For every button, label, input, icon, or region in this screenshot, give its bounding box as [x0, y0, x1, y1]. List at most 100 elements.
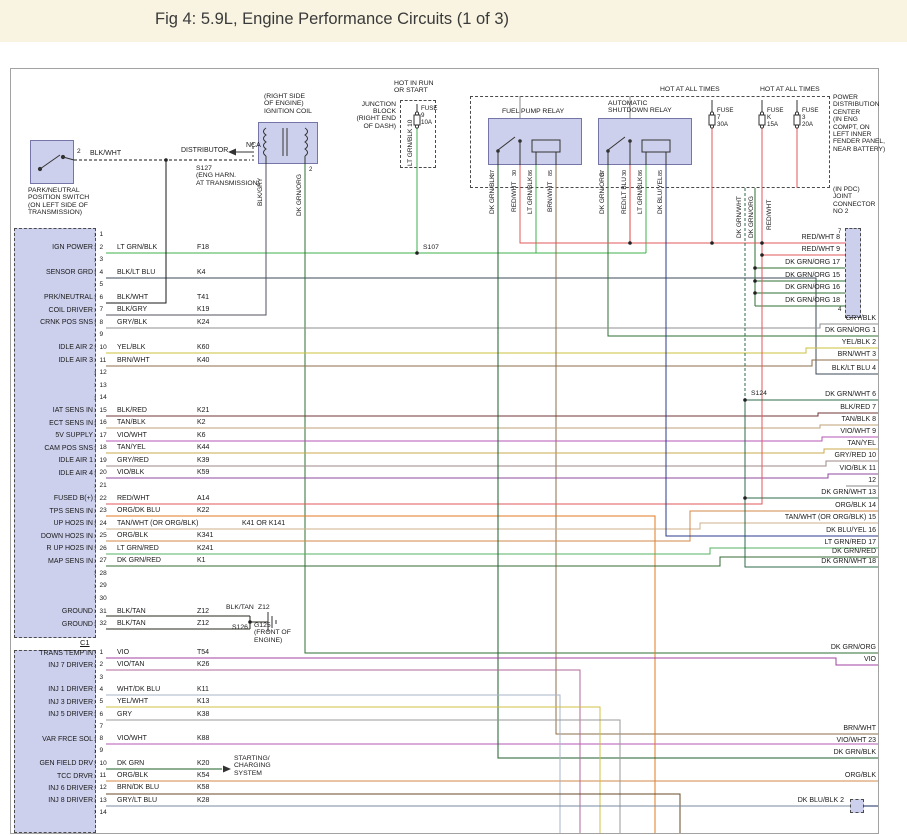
c1-pin-number: 28	[100, 571, 107, 578]
c1-pin-number: 2	[100, 245, 104, 252]
starting-charging-label-line: SYSTEM	[234, 770, 262, 777]
right-edge-wire-label: DK GRN/ORG 1	[640, 327, 876, 334]
vertical-wire-label: LT GRN/BLK	[527, 177, 534, 214]
vertical-wire-label: DK GRN/WHT	[736, 196, 743, 238]
vertical-wire-label: DK GRN/ORG	[748, 196, 755, 238]
c2-pin-number: 12	[100, 785, 107, 792]
c1-circuit-label: K40	[197, 357, 209, 364]
right-edge-wire-label: BLK/LT BLU 4	[640, 365, 876, 372]
c1-connector-label: C1	[80, 639, 90, 647]
right-edge-wire-label: BRN/WHT 3	[640, 351, 876, 358]
c2-pin-chevron: ›	[94, 797, 96, 804]
right-edge-wire-label: DK GRN/WHT 13	[640, 489, 876, 496]
park-neutral-switch-label-line: PARK/NEUTRAL	[28, 187, 80, 194]
splice-dot	[753, 291, 757, 295]
junction-block-label-line: BLOCK	[344, 108, 396, 115]
ignition-coil-label-line: IGNITION COIL	[264, 108, 312, 115]
right-edge-wire-label: DK GRN/RED	[640, 548, 876, 555]
park-neutral-switch-pin: 2	[77, 149, 81, 156]
c1-signal-label: FUSED B(+)	[15, 495, 93, 502]
c2-circuit-label: K20	[197, 760, 209, 767]
c1-circuit-label: T41	[197, 294, 209, 301]
splice-dot	[710, 241, 714, 245]
c1-pin-chevron: ›	[94, 432, 96, 439]
c1-wire-label: TAN/YEL	[117, 444, 146, 451]
c1-pin-chevron: ›	[94, 232, 96, 239]
joint-connector-pin-top: 7	[838, 229, 841, 235]
c2-pin-chevron: ›	[94, 736, 96, 743]
c1-wire-label: LT GRN/BLK	[117, 244, 157, 251]
c2-pin-number: 14	[100, 810, 107, 817]
c2-wire-label: YEL/WHT	[117, 698, 148, 705]
junction-block-label-line: JUNCTION	[344, 101, 396, 108]
c1-pin-chevron: ›	[94, 382, 96, 389]
wire-vio-tan	[106, 670, 580, 833]
c2-pin-chevron: ›	[94, 674, 96, 681]
starting-charging-label-line: CHARGING	[234, 762, 271, 769]
splice-dot	[753, 266, 757, 270]
c1-pin-chevron: ›	[94, 244, 96, 251]
c1-pin-number: 27	[100, 558, 107, 565]
right-edge-wire-label: DK GRN/WHT 18	[640, 558, 876, 565]
right-edge-wire-label: GRY/RED 10	[640, 452, 876, 459]
wire-dk-grn-blk	[498, 165, 878, 758]
park-neutral-switch-label-line: (ON LEFT SIDE OF	[28, 202, 88, 209]
c1-pin-number: 14	[100, 395, 107, 402]
c1-pin-chevron: ›	[94, 457, 96, 464]
asd-relay-label-line: SHUTDOWN RELAY	[608, 107, 672, 114]
c2-pin-chevron: ›	[94, 785, 96, 792]
asd-relay-label-line: AUTOMATIC	[608, 100, 647, 107]
c2-pin-number: 5	[100, 699, 104, 706]
c1-pin-number: 10	[100, 345, 107, 352]
ground-wire-label: BLK/TAN	[226, 604, 254, 611]
right-edge-wire-label: DK BLU/BLK 2	[640, 797, 844, 804]
ignition-coil-pin: 2	[309, 167, 312, 173]
vertical-wire-label: LT GRN/BLK 10	[407, 120, 414, 166]
c2-pin-number: 4	[100, 687, 104, 694]
c1-pin-chevron: ›	[94, 319, 96, 326]
c1-pin-chevron: ›	[94, 269, 96, 276]
c1-pin-number: 11	[100, 358, 107, 365]
joint-connector-row-label: DK GRN/ORG 18	[660, 297, 840, 304]
park-neutral-switch-wire: BLK/WHT	[90, 150, 121, 157]
c1-signal-label: ECT SENS IN	[15, 420, 93, 427]
c1-pin-number: 18	[100, 445, 107, 452]
ignition-coil-label-line: OF ENGINE)	[264, 100, 304, 107]
splice-s126-label: S126	[232, 624, 248, 631]
c1-circuit-label: K60	[197, 344, 209, 351]
c1-pin-chevron: ›	[94, 344, 96, 351]
ignition-coil-label-line: (RIGHT SIDE	[264, 93, 305, 100]
c2-signal-label: VAR FRCE SOL	[15, 736, 93, 743]
c2-pin-chevron: ›	[94, 686, 96, 693]
c1-pin-chevron: ›	[94, 282, 96, 289]
c2-pin-chevron: ›	[94, 711, 96, 718]
c1-pin-chevron: ›	[94, 445, 96, 452]
c1-pin-chevron: ›	[94, 508, 96, 515]
c1-pin-chevron: ›	[94, 395, 96, 402]
c2-wire-label: GRY	[117, 711, 132, 718]
c2-wire-label: DK GRN	[117, 760, 144, 767]
splice-dot	[753, 279, 757, 283]
c1-circuit-label: K1	[197, 557, 206, 564]
c2-circuit-label: K13	[197, 698, 209, 705]
c2-wire-label: VIO/WHT	[117, 735, 147, 742]
pdc-hot-label-2: HOT AT ALL TIMES	[760, 86, 820, 93]
splice-s124-dot	[743, 398, 747, 402]
c1-wire-label: BLK/WHT	[117, 294, 148, 301]
c2-pin-chevron: ›	[94, 773, 96, 780]
c1-circuit-label: K44	[197, 444, 209, 451]
fuse-symbol-k	[759, 100, 765, 128]
c1-circuit-label: K19	[197, 306, 209, 313]
relay-pin-number: 86	[528, 170, 534, 176]
c2-pin-chevron: ›	[94, 699, 96, 706]
c2-pin-number: 10	[100, 761, 107, 768]
park-neutral-switch-label-line: POSITION SWITCH	[28, 194, 89, 201]
c1-pin-number: 25	[100, 533, 107, 540]
relay-pin-number: 30	[512, 170, 518, 176]
c2-signal-label: INJ 3 DRIVER	[15, 699, 93, 706]
junction-block-hot-label-line: HOT IN RUN	[394, 80, 434, 87]
c1-circuit-label: K341	[197, 532, 213, 539]
splice-s124-label: S124	[751, 390, 767, 397]
c1-pin-number: 12	[100, 370, 107, 377]
c2-signal-label: INJ 8 DRIVER	[15, 797, 93, 804]
